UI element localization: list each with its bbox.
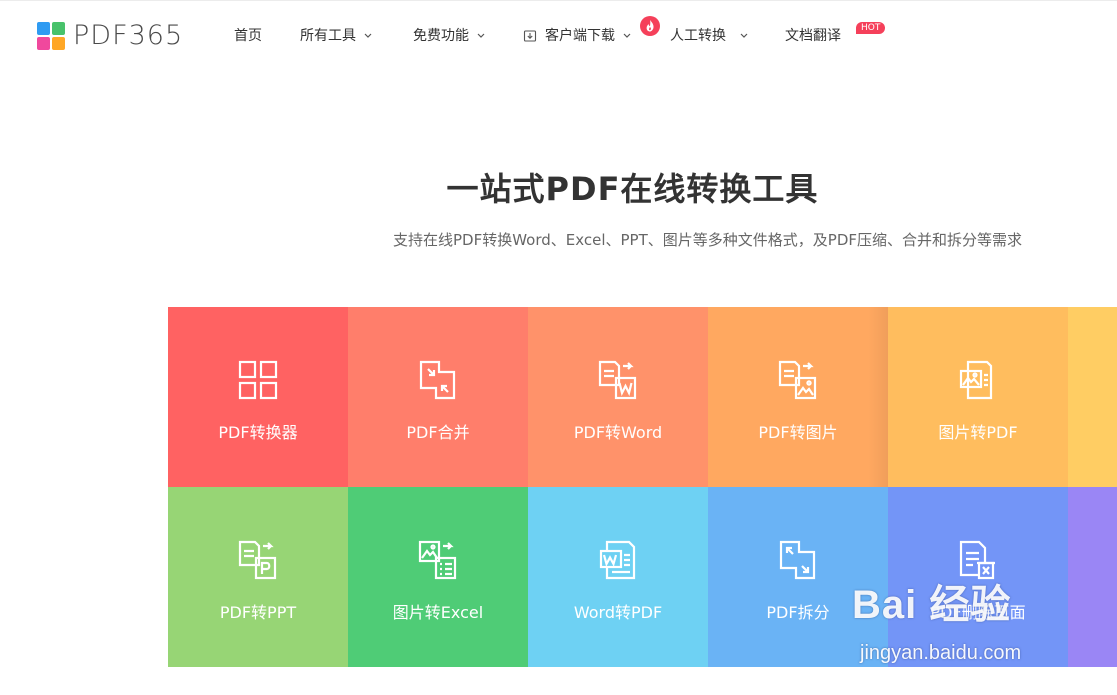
logo[interactable]: PDF365	[37, 21, 183, 51]
fire-icon	[640, 16, 660, 36]
grid-icon	[238, 360, 278, 400]
tool-label: PDF转PPT	[219, 603, 297, 622]
tool-image-to-pdf[interactable]: 图片转PDF	[888, 307, 1068, 487]
tool-pdf-to-image[interactable]: PDF转图片	[708, 307, 888, 487]
tool-pdf-to-ppt[interactable]: PDF转PPT	[168, 487, 348, 667]
nav-home[interactable]: 首页	[234, 26, 262, 46]
tool-pdf-split[interactable]: PDF拆分	[708, 487, 888, 667]
hero-title-wrap: 一站式PDF在线转换工具	[0, 168, 1117, 210]
chevron-down-icon	[740, 33, 748, 38]
delete-page-icon	[959, 540, 995, 580]
nav-manual-conversion[interactable]: 人工转换	[670, 26, 748, 46]
header-divider	[0, 0, 1117, 1]
tool-label: PDF转Word	[573, 423, 663, 442]
nav-label: 人工转换	[670, 28, 726, 44]
hero-subtitle-wrap: 支持在线PDF转换Word、Excel、PPT、图片等多种文件格式，及PDF压缩…	[0, 229, 1117, 251]
hero-subtitle: 支持在线PDF转换Word、Excel、PPT、图片等多种文件格式，及PDF压缩…	[393, 231, 1022, 249]
logo-mark	[37, 22, 65, 50]
tool-word-to-pdf[interactable]: Word转PDF	[528, 487, 708, 667]
tool-label: PDF转图片	[758, 423, 838, 442]
word-to-pdf-icon	[599, 540, 636, 580]
logo-square	[52, 37, 65, 50]
tool-label: Word转PDF	[573, 603, 663, 622]
tool-pdf-merge[interactable]: PDF合并	[348, 307, 528, 487]
tool-pdf-delete-page[interactable]: PDF删除页面	[888, 487, 1068, 667]
hot-badge: HOT	[856, 22, 886, 34]
tool-label: PDF拆分	[766, 603, 830, 622]
nav-label: 所有工具	[300, 28, 356, 44]
chevron-down-icon	[364, 33, 372, 38]
pdf-to-image-icon	[778, 360, 817, 400]
tool-partial-purple[interactable]	[1068, 487, 1117, 667]
nav-label: 首页	[234, 28, 262, 44]
tool-label: PDF删除页面	[930, 603, 1026, 622]
download-icon	[523, 30, 537, 42]
logo-square	[37, 37, 50, 50]
hero-title: 一站式PDF在线转换工具	[446, 170, 819, 208]
nav-label: 客户端下载	[545, 28, 615, 44]
tool-label: PDF合并	[406, 423, 470, 442]
tool-label: 图片转PDF	[938, 423, 1018, 442]
chevron-down-icon	[623, 33, 631, 38]
tool-pdf-converter[interactable]: PDF转换器	[168, 307, 348, 487]
logo-text: PDF365	[73, 20, 184, 51]
chevron-down-icon	[477, 33, 485, 38]
tool-label: 图片转Excel	[392, 603, 484, 622]
nav-client-download[interactable]: 客户端下载	[523, 26, 631, 46]
tool-grid: PDF转换器 PDF合并 PDF转Word PDF转图片 图片转PDF PDF转…	[168, 307, 1117, 667]
split-icon	[779, 540, 816, 580]
merge-icon	[419, 360, 456, 400]
logo-square	[52, 22, 65, 35]
nav-label: 文档翻译	[785, 28, 841, 44]
image-to-pdf-icon	[959, 360, 993, 400]
pdf-to-word-icon	[598, 360, 637, 400]
image-to-excel-icon	[418, 540, 457, 580]
nav-label: 免费功能	[413, 28, 469, 44]
nav-free-features[interactable]: 免费功能	[413, 26, 485, 46]
nav-doc-translate[interactable]: 文档翻译	[785, 26, 841, 46]
tool-label: PDF转换器	[218, 423, 298, 442]
logo-square	[37, 22, 50, 35]
tool-pdf-to-word[interactable]: PDF转Word	[528, 307, 708, 487]
nav-all-tools[interactable]: 所有工具	[300, 26, 372, 46]
pdf-to-ppt-icon	[238, 540, 277, 580]
tool-image-to-excel[interactable]: 图片转Excel	[348, 487, 528, 667]
tool-partial-yellow[interactable]	[1068, 307, 1117, 487]
